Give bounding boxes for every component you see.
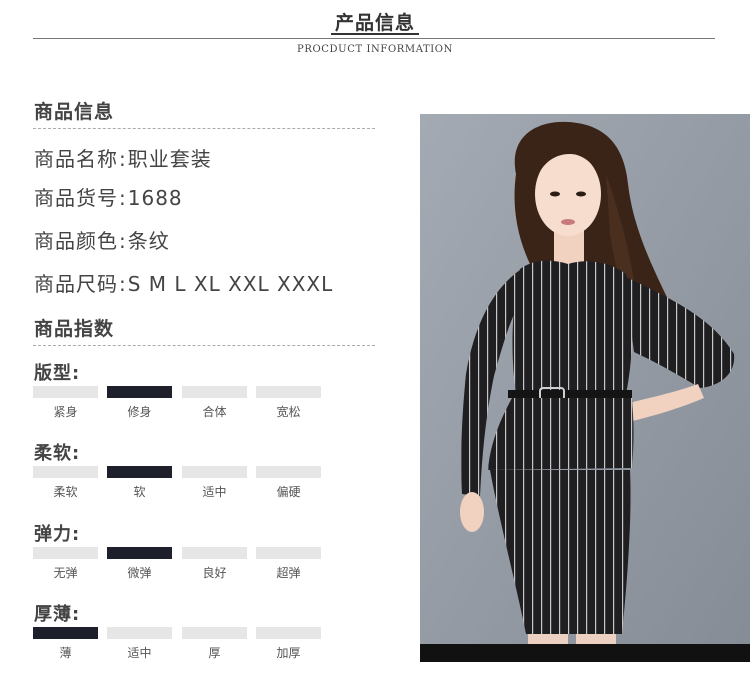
attribute-level-bar	[182, 386, 247, 398]
attribute-option-label: 超弹	[276, 566, 301, 580]
page-header-subtitle: PROCDUCT INFORMATION	[297, 44, 453, 55]
attribute-title: 弹力:	[34, 524, 81, 545]
info-separator: :	[119, 186, 127, 210]
info-label: 商品货号	[34, 186, 118, 210]
attribute-level-bar	[182, 547, 247, 559]
attribute-level-bar	[256, 466, 321, 478]
attribute-option-label: 良好	[202, 566, 227, 580]
section-divider	[33, 345, 375, 346]
attribute-level-bar	[182, 627, 247, 639]
attribute-option-label: 微弹	[127, 566, 152, 580]
attribute-level-bar	[256, 627, 321, 639]
info-label: 商品尺码	[34, 272, 118, 296]
info-value: 职业套装	[127, 147, 212, 171]
attribute-level-bar	[107, 466, 172, 478]
attribute-level-bar	[107, 547, 172, 559]
attribute-title: 版型:	[34, 363, 81, 384]
attribute-option-label: 柔软	[53, 485, 78, 499]
header-divider	[33, 38, 715, 39]
product-index-section-title: 商品指数	[34, 318, 115, 340]
product-photo	[420, 114, 750, 662]
info-value: 条纹	[127, 229, 170, 253]
attribute-option-label: 软	[133, 485, 146, 499]
attribute-level-bar	[33, 386, 98, 398]
info-value: S M L XL XXL XXXL	[127, 272, 334, 296]
attribute-option-label: 紧身	[53, 405, 78, 419]
attribute-option-label: 薄	[59, 646, 72, 660]
attribute-option-label: 宽松	[276, 405, 301, 419]
info-label: 商品颜色	[34, 229, 118, 253]
page-header-title: 产品信息	[334, 12, 415, 34]
attribute-level-bar	[107, 627, 172, 639]
info-row-sku: 商品货号:1688	[34, 182, 183, 211]
attribute-level-bar	[256, 386, 321, 398]
info-row-size: 商品尺码:S M L XL XXL XXXL	[34, 268, 333, 297]
attribute-title: 厚薄:	[34, 604, 81, 625]
attribute-title: 柔软:	[34, 443, 81, 464]
info-label: 商品名称	[34, 147, 118, 171]
attribute-level-bar	[182, 466, 247, 478]
info-row-name: 商品名称:职业套装	[34, 143, 212, 172]
attribute-level-bar	[33, 547, 98, 559]
attribute-option-label: 无弹	[53, 566, 78, 580]
section-divider	[33, 128, 375, 129]
model-illustration	[420, 114, 750, 662]
info-separator: :	[119, 229, 127, 253]
attribute-option-label: 加厚	[276, 646, 301, 660]
attribute-option-label: 适中	[202, 485, 227, 499]
attribute-option-label: 修身	[127, 405, 152, 419]
header-title-underline	[331, 33, 419, 35]
attribute-level-bar	[107, 386, 172, 398]
info-separator: :	[119, 272, 127, 296]
attribute-option-label: 合体	[202, 405, 227, 419]
attribute-level-bar	[33, 466, 98, 478]
attribute-level-bar	[256, 547, 321, 559]
info-row-color: 商品颜色:条纹	[34, 225, 170, 254]
product-info-section-title: 商品信息	[34, 101, 115, 123]
info-separator: :	[119, 147, 127, 171]
attribute-level-bar	[33, 627, 98, 639]
attribute-option-label: 偏硬	[276, 485, 301, 499]
attribute-option-label: 适中	[127, 646, 152, 660]
info-value: 1688	[127, 186, 183, 210]
attribute-option-label: 厚	[208, 646, 221, 660]
